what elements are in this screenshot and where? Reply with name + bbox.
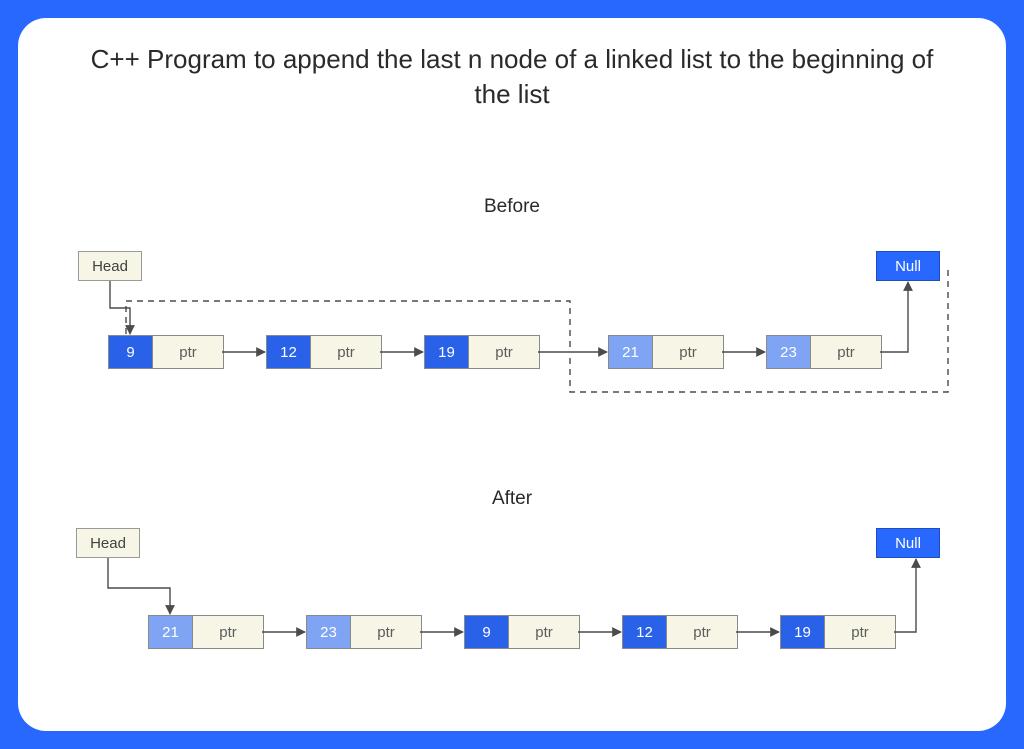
page-title: C++ Program to append the last n node of… [18, 18, 1006, 112]
node-ptr: ptr [653, 336, 723, 368]
node-ptr: ptr [811, 336, 881, 368]
after-null-box: Null [876, 528, 940, 558]
after-node-3: 12 ptr [622, 615, 738, 649]
before-null-box: Null [876, 251, 940, 281]
before-node-0: 9 ptr [108, 335, 224, 369]
before-node-3: 21 ptr [608, 335, 724, 369]
before-label: Before [18, 196, 1006, 218]
node-value: 9 [109, 336, 153, 368]
node-value: 12 [623, 616, 667, 648]
node-value: 19 [781, 616, 825, 648]
node-value: 19 [425, 336, 469, 368]
null-text: Null [895, 258, 921, 275]
after-node-1: 23 ptr [306, 615, 422, 649]
before-head-box: Head [78, 251, 142, 281]
node-value: 12 [267, 336, 311, 368]
node-value: 23 [767, 336, 811, 368]
node-value: 21 [149, 616, 193, 648]
diagram-canvas: C++ Program to append the last n node of… [18, 18, 1006, 731]
node-ptr: ptr [509, 616, 579, 648]
node-ptr: ptr [667, 616, 737, 648]
node-ptr: ptr [469, 336, 539, 368]
head-text: Head [92, 258, 128, 275]
after-node-0: 21 ptr [148, 615, 264, 649]
before-node-2: 19 ptr [424, 335, 540, 369]
before-node-1: 12 ptr [266, 335, 382, 369]
node-ptr: ptr [193, 616, 263, 648]
after-node-4: 19 ptr [780, 615, 896, 649]
before-node-4: 23 ptr [766, 335, 882, 369]
after-head-box: Head [76, 528, 140, 558]
node-ptr: ptr [311, 336, 381, 368]
node-ptr: ptr [153, 336, 223, 368]
node-value: 23 [307, 616, 351, 648]
after-node-2: 9 ptr [464, 615, 580, 649]
node-ptr: ptr [825, 616, 895, 648]
node-value: 9 [465, 616, 509, 648]
node-ptr: ptr [351, 616, 421, 648]
after-label: After [18, 488, 1006, 510]
node-value: 21 [609, 336, 653, 368]
head-text: Head [90, 535, 126, 552]
null-text: Null [895, 535, 921, 552]
